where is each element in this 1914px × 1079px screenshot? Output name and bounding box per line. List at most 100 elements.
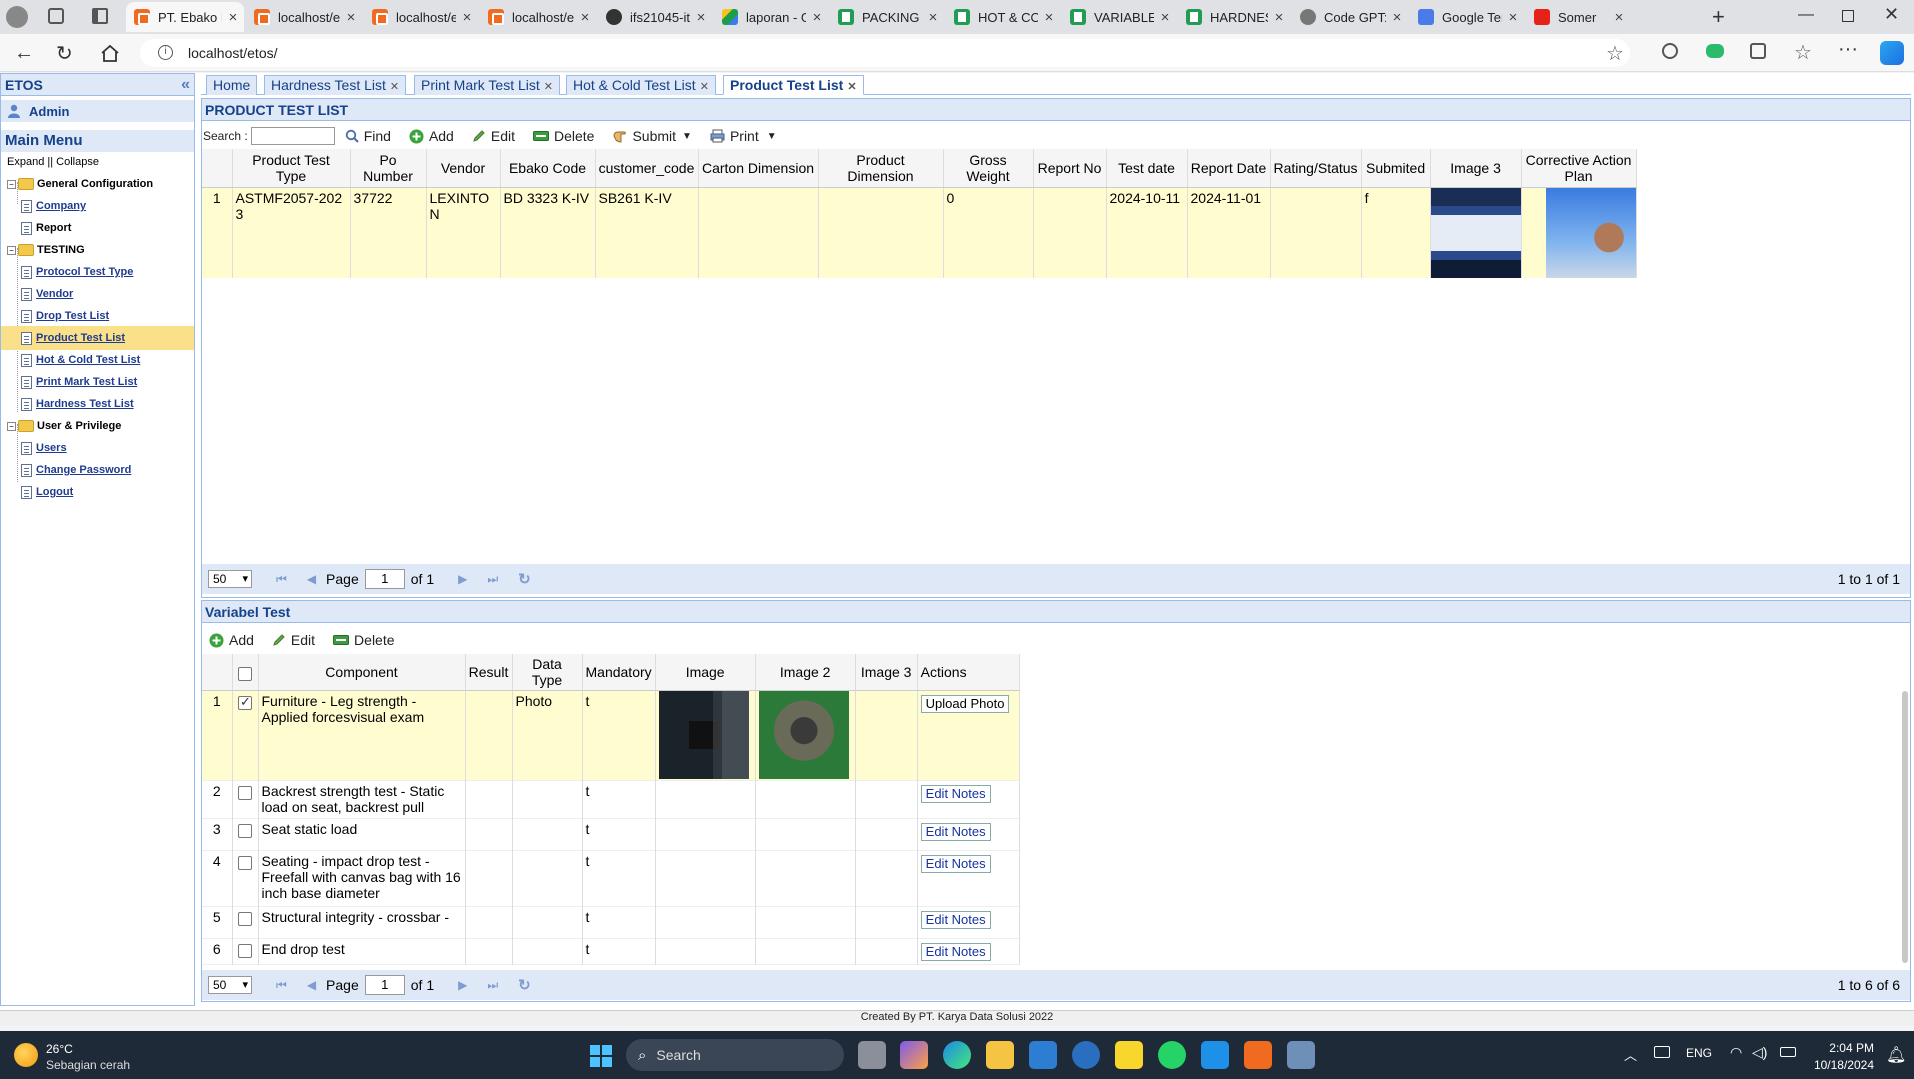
weather-icon[interactable] <box>14 1043 38 1067</box>
column-header[interactable]: Vendor <box>426 149 501 188</box>
find-button[interactable]: Find <box>345 128 391 144</box>
column-header[interactable]: Report Date <box>1187 149 1271 188</box>
close-tab-icon[interactable]: × <box>222 9 244 26</box>
refresh-icon[interactable]: ↻ <box>56 41 73 66</box>
table-row[interactable]: 6 End drop test t Edit Notes <box>202 938 1020 965</box>
favorites-icon[interactable]: ☆ <box>1794 40 1812 65</box>
next-page-icon[interactable]: ▶ <box>458 572 467 586</box>
sidebar-item-print-mark-test-list[interactable]: Print Mark Test List <box>1 370 194 394</box>
image-3-thumbnail[interactable] <box>1430 187 1521 278</box>
edit-notes-button[interactable]: Edit Notes <box>920 911 991 929</box>
row-checkbox[interactable] <box>238 912 252 926</box>
browser-tab[interactable]: Code GPT: × <box>1292 2 1408 32</box>
add-button[interactable]: Add <box>409 128 454 144</box>
edit-button[interactable]: Edit <box>472 128 515 144</box>
browser-tab[interactable]: ifs21045-it × <box>598 2 712 32</box>
sidebar-item-label[interactable]: Print Mark Test List <box>36 376 137 388</box>
table-row[interactable]: 5 Structural integrity - crossbar - t Edit … <box>202 906 1020 939</box>
column-header[interactable]: Image 3 <box>855 654 918 691</box>
task-view-icon[interactable] <box>858 1041 886 1069</box>
sidebar-item-logout[interactable]: Logout <box>1 480 194 504</box>
close-tab-icon[interactable]: × <box>922 9 944 26</box>
column-header[interactable]: Image <box>655 654 756 691</box>
favorite-star-icon[interactable]: ☆ <box>1606 41 1624 66</box>
sidebar-item-company[interactable]: Company <box>1 194 194 218</box>
battery-icon[interactable] <box>1780 1047 1796 1057</box>
browser-tab[interactable]: HOT & COL× <box>946 2 1060 32</box>
edit-notes-button[interactable]: Edit Notes <box>920 855 991 873</box>
row-checkbox[interactable] <box>238 694 252 710</box>
home-icon[interactable] <box>100 44 120 62</box>
close-tab-icon[interactable]: × <box>1386 9 1408 26</box>
sidebar-item-testing[interactable]: − TESTING <box>1 238 194 262</box>
page-tab-product-test-list[interactable]: Product Test List ✕ <box>723 75 864 95</box>
whatsapp-icon[interactable] <box>1158 1041 1186 1069</box>
page-tab-home[interactable]: Home <box>206 75 258 95</box>
delete-button[interactable]: Delete <box>532 128 594 144</box>
file-explorer-icon[interactable] <box>986 1041 1014 1069</box>
browser-tab[interactable]: localhost/e × <box>246 2 362 32</box>
variable-add-button[interactable]: Add <box>209 632 254 648</box>
search-input[interactable] <box>250 127 335 145</box>
row-checkbox[interactable] <box>238 786 252 800</box>
prev-page-icon[interactable]: ◀ <box>307 572 316 586</box>
sidebar-item-general-configuration[interactable]: − General Configuration <box>1 172 194 196</box>
sidebar-item-label[interactable]: Product Test List <box>36 332 125 344</box>
row-checkbox[interactable] <box>238 856 252 870</box>
edit-notes-button[interactable]: Edit Notes <box>920 943 991 961</box>
close-page-tab-icon[interactable]: ✕ <box>544 81 553 93</box>
close-tab-icon[interactable]: × <box>1502 9 1524 26</box>
page-tab-print-mark-test-list[interactable]: Print Mark Test List ✕ <box>414 75 560 95</box>
maximize-icon[interactable] <box>1842 10 1854 22</box>
column-header[interactable]: Test date <box>1106 149 1188 188</box>
page-number-input[interactable]: 1 <box>364 569 405 589</box>
row-select-cell[interactable] <box>232 850 259 907</box>
browser-tab[interactable]: Google Ter × <box>1410 2 1524 32</box>
page-number-input[interactable]: 1 <box>364 975 405 995</box>
wifi-icon[interactable]: ◠ <box>1730 1044 1742 1061</box>
row-select-cell[interactable] <box>232 938 259 965</box>
upload-photo-button[interactable]: Upload Photo <box>920 695 1010 713</box>
last-page-icon[interactable]: ⏭ <box>487 978 498 993</box>
sidebar-item-label[interactable]: Change Password <box>36 464 131 476</box>
close-page-tab-icon[interactable]: ✕ <box>847 81 856 93</box>
row-select-cell[interactable] <box>232 906 259 939</box>
column-header[interactable]: Corrective Action Plan <box>1521 149 1637 188</box>
column-header[interactable]: Ebako Code <box>500 149 596 188</box>
column-header[interactable]: Image 2 <box>755 654 856 691</box>
xampp-icon[interactable] <box>1244 1041 1272 1069</box>
sidebar-item-change-password[interactable]: Change Password <box>1 458 194 482</box>
back-icon[interactable]: ← <box>14 42 34 65</box>
next-page-icon[interactable]: ▶ <box>458 978 467 992</box>
collapse-toggle-icon[interactable]: − <box>7 245 16 255</box>
close-tab-icon[interactable]: × <box>574 9 596 26</box>
app-icon[interactable] <box>1072 1041 1100 1069</box>
row-checkbox[interactable] <box>238 824 252 838</box>
prev-page-icon[interactable]: ◀ <box>307 978 316 992</box>
page-size-select[interactable]: 50 <box>208 976 252 994</box>
workspaces-icon[interactable] <box>48 8 64 24</box>
print-button[interactable]: Print ▼ <box>710 128 777 144</box>
column-header[interactable]: Data Type <box>512 654 583 691</box>
browser-tab[interactable]: localhost/e × <box>364 2 478 32</box>
sidebar-item-label[interactable]: Protocol Test Type <box>36 266 133 278</box>
select-all-checkbox[interactable] <box>238 666 252 681</box>
tray-chevron-icon[interactable]: ︿ <box>1624 1045 1637 1064</box>
sticky-notes-icon[interactable] <box>1115 1041 1143 1069</box>
sidebar-item-protocol-test-type[interactable]: Protocol Test Type <box>1 260 194 284</box>
page-size-select[interactable]: 50 <box>208 570 252 588</box>
sidebar-item-label[interactable]: Logout <box>36 486 73 498</box>
sidebar-item-label[interactable]: Drop Test List <box>36 310 109 322</box>
refresh-icon[interactable]: ↻ <box>518 976 531 994</box>
taskbar-search-box[interactable]: ⌕ Search <box>626 1039 844 1071</box>
windows-start-icon[interactable] <box>590 1045 612 1067</box>
first-page-icon[interactable]: ⏮ <box>276 572 287 587</box>
variable-grid-scrollbar[interactable] <box>1902 691 1908 963</box>
edit-notes-button[interactable]: Edit Notes <box>920 823 991 841</box>
expand-link[interactable]: Expand <box>7 156 44 168</box>
close-tab-icon[interactable]: × <box>806 9 828 26</box>
sidebar-item-label[interactable]: Users <box>36 442 67 454</box>
column-header[interactable]: Product Dimension <box>818 149 944 188</box>
corrective-action-thumbnail[interactable] <box>1545 187 1636 278</box>
collapse-sidebar-icon[interactable]: « <box>181 76 190 94</box>
